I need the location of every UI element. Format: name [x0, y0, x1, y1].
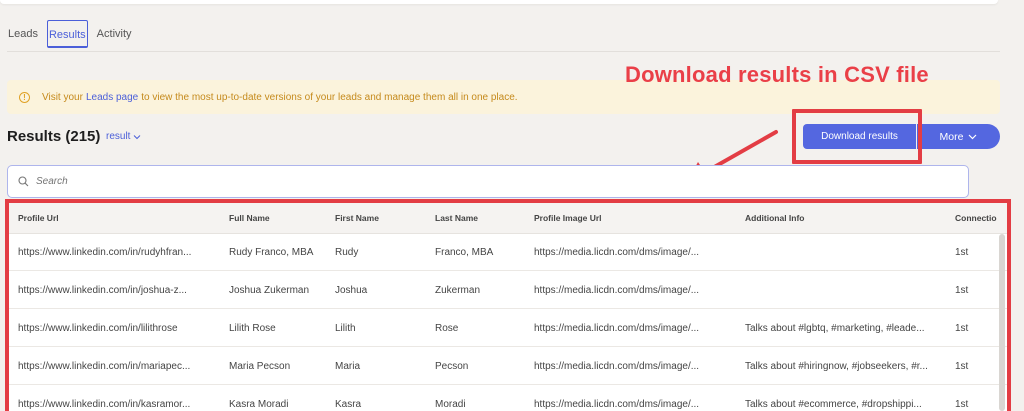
- table-cell: Talks about #lgbtq, #marketing, #leade..…: [745, 322, 925, 334]
- table-row[interactable]: https://www.linkedin.com/in/joshua-z... …: [9, 272, 1007, 309]
- tab-bar: Leads Results Activity: [7, 20, 141, 48]
- more-button-label: More: [939, 130, 964, 143]
- top-card: [0, 0, 998, 4]
- table-cell: Kasra Moradi: [229, 398, 289, 410]
- annotation-box: [792, 109, 922, 164]
- table-cell: 1st: [955, 360, 969, 372]
- table-scrollbar[interactable]: [999, 234, 1005, 411]
- table-cell: Lilith: [335, 322, 356, 334]
- column-header[interactable]: Profile Url: [18, 203, 218, 233]
- warning-icon: !: [19, 91, 30, 103]
- table-cell: https://media.licdn.com/dms/image/...: [534, 246, 700, 258]
- table-cell: https://www.linkedin.com/in/rudyhfran...: [18, 246, 192, 258]
- table-cell: Kasra: [335, 398, 362, 410]
- table-header: Profile Url Full Name First Name Last Na…: [9, 203, 1007, 234]
- table-cell: Talks about #ecommerce, #dropshippi...: [745, 398, 922, 410]
- more-button[interactable]: More: [917, 124, 1000, 149]
- table-cell: https://www.linkedin.com/in/lilithrose: [18, 322, 178, 334]
- column-header[interactable]: Profile Image Url: [534, 203, 734, 233]
- table-cell: https://media.licdn.com/dms/image/...: [534, 398, 700, 410]
- chevron-down-icon: [969, 134, 977, 139]
- table-cell: Franco, MBA: [435, 246, 494, 258]
- search-bar[interactable]: [7, 165, 969, 198]
- table-row[interactable]: https://www.linkedin.com/in/kasramor... …: [9, 386, 1007, 411]
- table-cell: 1st: [955, 398, 969, 410]
- table-cell: Rose: [435, 322, 459, 334]
- table-cell: 1st: [955, 284, 969, 296]
- tab-results[interactable]: Results: [46, 20, 88, 48]
- table-row[interactable]: https://www.linkedin.com/in/mariapec... …: [9, 348, 1007, 385]
- column-header[interactable]: Last Name: [435, 203, 525, 233]
- table-row[interactable]: https://www.linkedin.com/in/lilithrose L…: [9, 310, 1007, 347]
- table-cell: https://www.linkedin.com/in/mariapec...: [18, 360, 191, 372]
- table-cell: Talks about #hiringnow, #jobseekers, #r.…: [745, 360, 928, 372]
- column-header[interactable]: Additional Info: [745, 203, 945, 233]
- table-cell: Maria: [335, 360, 361, 372]
- table-cell: https://www.linkedin.com/in/kasramor...: [18, 398, 191, 410]
- table-cell: [745, 234, 945, 270]
- notice-prefix: Visit your: [42, 91, 83, 103]
- table-row[interactable]: https://www.linkedin.com/in/rudyhfran...…: [9, 234, 1007, 271]
- table-cell: https://media.licdn.com/dms/image/...: [534, 360, 700, 372]
- search-icon: [18, 176, 29, 187]
- notice-suffix: to view the most up-to-date versions of …: [141, 91, 518, 103]
- table-cell: Rudy: [335, 246, 359, 258]
- table-cell: Lilith Rose: [229, 322, 276, 334]
- tab-activity[interactable]: Activity: [96, 20, 133, 48]
- annotation-title: Download results in CSV file: [625, 62, 929, 87]
- results-title: Results (215): [7, 128, 101, 145]
- table-cell: Moradi: [435, 398, 466, 410]
- table-cell: https://media.licdn.com/dms/image/...: [534, 284, 700, 296]
- table-cell: [745, 272, 945, 308]
- chevron-down-icon: [134, 134, 141, 139]
- table-cell: Rudy Franco, MBA: [229, 246, 314, 258]
- leads-page-link[interactable]: Leads page: [86, 92, 138, 103]
- tabs-divider: [7, 51, 1000, 52]
- result-selector-label: result: [106, 131, 131, 142]
- tab-leads[interactable]: Leads: [7, 20, 39, 48]
- result-selector[interactable]: result: [106, 131, 141, 142]
- results-table: Profile Url Full Name First Name Last Na…: [9, 203, 1007, 411]
- table-cell: Maria Pecson: [229, 360, 291, 372]
- table-cell: 1st: [955, 246, 969, 258]
- table-cell: Joshua: [335, 284, 368, 296]
- table-cell: https://www.linkedin.com/in/joshua-z...: [18, 284, 187, 296]
- table-cell: Pecson: [435, 360, 469, 372]
- column-header[interactable]: First Name: [335, 203, 425, 233]
- table-cell: Zukerman: [435, 284, 481, 296]
- table-cell: https://media.licdn.com/dms/image/...: [534, 322, 700, 334]
- results-table-highlight: Profile Url Full Name First Name Last Na…: [5, 199, 1011, 411]
- table-cell: 1st: [955, 322, 969, 334]
- table-cell: Joshua Zukerman: [229, 284, 310, 296]
- column-header[interactable]: Full Name: [229, 203, 329, 233]
- search-input[interactable]: [36, 176, 936, 187]
- column-header[interactable]: Connectio: [955, 203, 1005, 233]
